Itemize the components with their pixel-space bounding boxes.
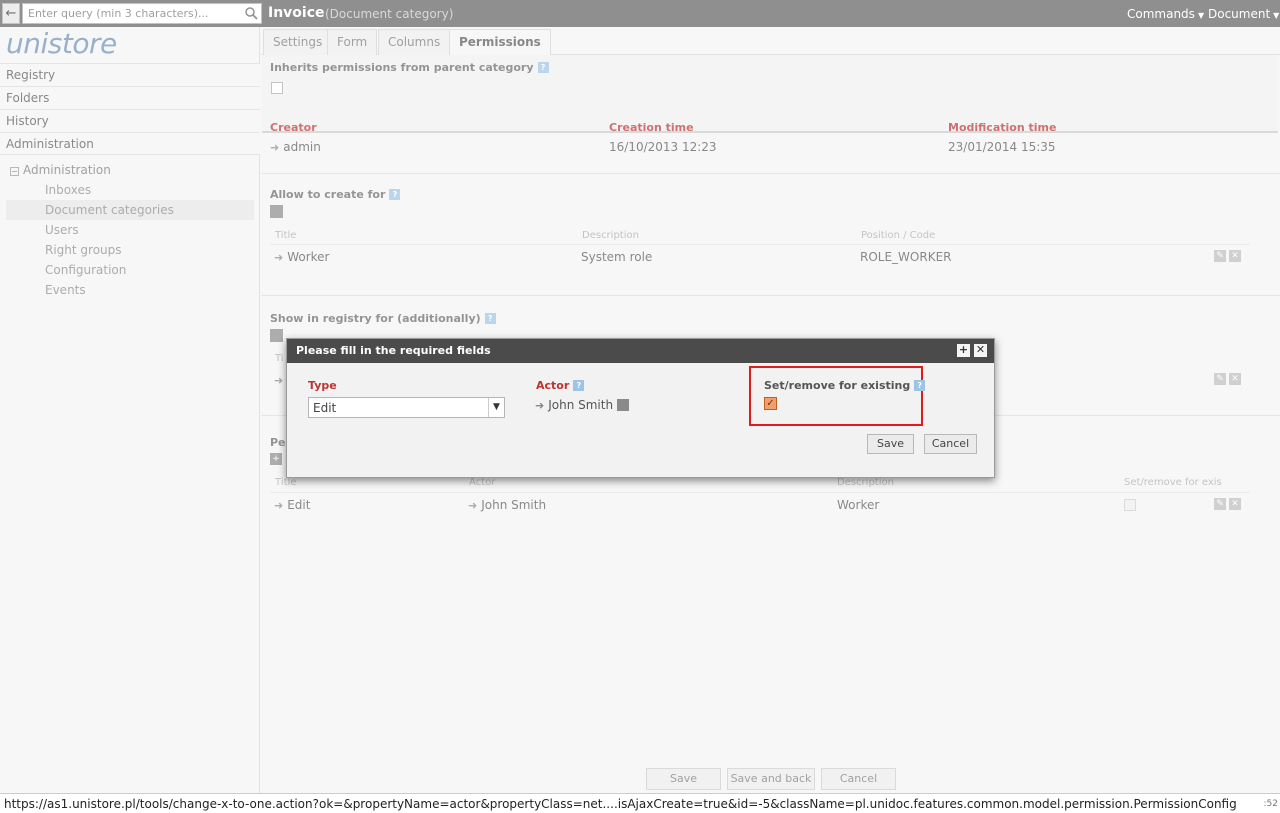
setremove-checkbox[interactable]: ✓: [764, 397, 777, 410]
actor-label: Actor?: [536, 379, 585, 392]
browser-status-bar: https://as1.unistore.pl/tools/change-x-t…: [0, 793, 1280, 813]
actor-link[interactable]: John Smith: [548, 398, 613, 412]
highlight-box: [749, 366, 923, 426]
required-fields-dialog: Please fill in the required fields + ✕ T…: [286, 338, 995, 478]
actor-label-text: Actor: [536, 379, 570, 392]
dialog-title: Please fill in the required fields: [287, 339, 994, 363]
maximize-icon[interactable]: +: [957, 344, 970, 357]
type-select-value: Edit: [313, 401, 337, 415]
close-icon[interactable]: ✕: [974, 344, 987, 357]
dialog-cancel-button[interactable]: Cancel: [924, 434, 977, 454]
help-icon[interactable]: ?: [573, 380, 585, 391]
help-icon[interactable]: ?: [914, 380, 926, 391]
setremove-label: Set/remove for existing?: [764, 379, 926, 392]
actor-value: ➜ John Smith: [535, 397, 630, 412]
link-arrow-icon: ➜: [535, 399, 545, 412]
status-right: :52: [1263, 799, 1278, 809]
type-select[interactable]: Edit ▼: [308, 397, 505, 418]
type-label: Type: [308, 379, 337, 392]
setremove-label-text: Set/remove for existing: [764, 379, 911, 392]
status-url: https://as1.unistore.pl/tools/change-x-t…: [4, 797, 1237, 811]
chevron-down-icon[interactable]: ▼: [488, 398, 504, 417]
search-icon[interactable]: [617, 399, 630, 411]
dialog-save-button[interactable]: Save: [867, 434, 914, 454]
